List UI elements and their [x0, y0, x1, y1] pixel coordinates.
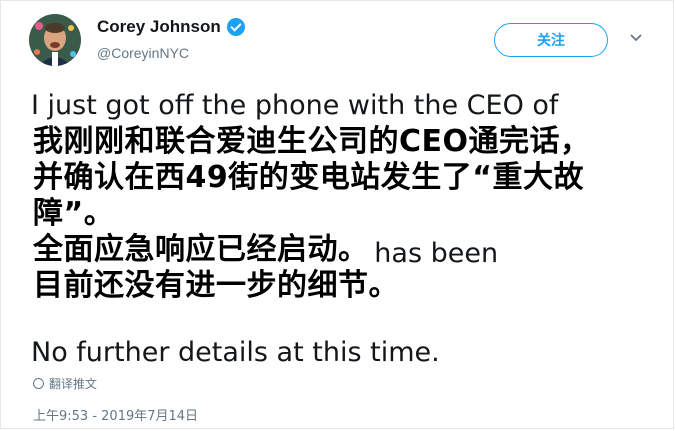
translation-overlay: 我刚刚和联合爱迪生公司的CEO通完话， 并确认在西49街的变电站发生了“重大故 … — [33, 124, 673, 304]
tweet-card: Corey Johnson @CoreyinNYC 关注 I just got … — [0, 0, 674, 429]
chevron-down-icon[interactable] — [629, 31, 643, 45]
user-handle[interactable]: @CoreyinNYC — [97, 45, 189, 61]
globe-icon — [33, 378, 44, 389]
overlay-line: 并确认在西49街的变电站发生了“重大故 — [33, 160, 584, 195]
follow-button[interactable]: 关注 — [494, 23, 608, 57]
overlay-line: 障”。 — [33, 196, 115, 231]
translate-label[interactable]: 翻译推文 — [49, 375, 97, 392]
overlay-line: 目前还没有进一步的细节。 — [33, 268, 399, 303]
tweet-text-line: No further details at this time. — [31, 337, 440, 368]
overlay-line: 我刚刚和联合爱迪生公司的CEO通完话， — [33, 124, 591, 159]
overlay-line: 全面应急响应已经启动。 — [33, 232, 369, 267]
display-name-text[interactable]: Corey Johnson — [97, 17, 221, 37]
translate-tweet-link[interactable]: 翻译推文 — [33, 375, 97, 392]
verified-badge-icon — [226, 18, 245, 36]
display-name[interactable]: Corey Johnson — [97, 17, 245, 37]
tweet-text-line: I just got off the phone with the CEO of — [31, 90, 559, 121]
timestamp[interactable]: 上午9:53 - 2019年7月14日 — [33, 405, 198, 424]
avatar[interactable] — [29, 14, 81, 66]
